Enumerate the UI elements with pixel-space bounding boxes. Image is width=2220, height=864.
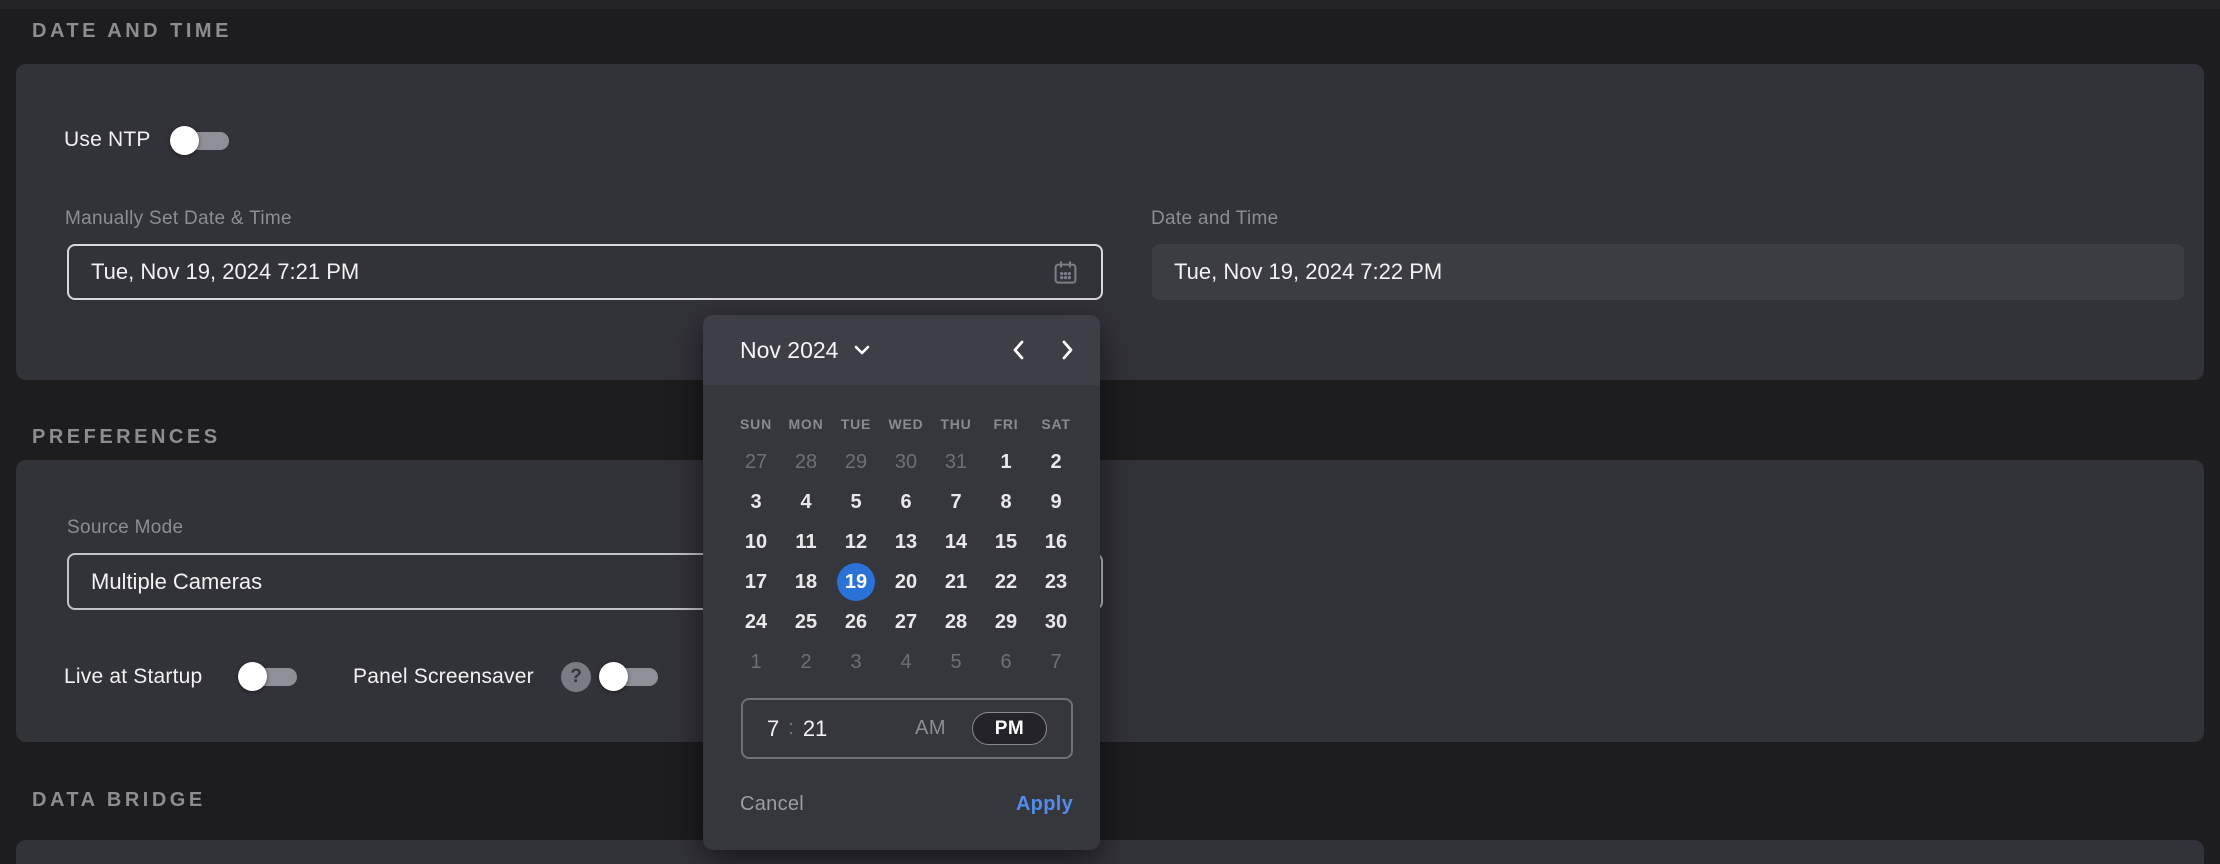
pm-button[interactable]: PM <box>972 712 1047 745</box>
calendar-day[interactable]: 16 <box>1031 522 1081 562</box>
chevron-down-icon <box>852 340 872 360</box>
source-mode-value: Multiple Cameras <box>91 569 262 595</box>
calendar-day[interactable]: 29 <box>981 602 1031 642</box>
calendar-day[interactable]: 28 <box>931 602 981 642</box>
calendar-day[interactable]: 18 <box>781 562 831 602</box>
calendar-day[interactable]: 1 <box>981 442 1031 482</box>
weekday-label: SUN <box>731 416 781 432</box>
calendar-day[interactable]: 14 <box>931 522 981 562</box>
month-year-label: Nov 2024 <box>740 337 838 364</box>
calendar-day[interactable]: 7 <box>931 482 981 522</box>
calendar-day[interactable]: 8 <box>981 482 1031 522</box>
calendar-day[interactable]: 10 <box>731 522 781 562</box>
calendar-day[interactable]: 7 <box>1031 642 1081 682</box>
calendar-day[interactable]: 1 <box>731 642 781 682</box>
calendar-day[interactable]: 17 <box>731 562 781 602</box>
weekday-label: MON <box>781 416 831 432</box>
calendar-day[interactable]: 27 <box>731 442 781 482</box>
calendar-day[interactable]: 12 <box>831 522 881 562</box>
calendar-day[interactable]: 30 <box>1031 602 1081 642</box>
calendar-day[interactable]: 20 <box>881 562 931 602</box>
question-mark-icon[interactable]: ? <box>561 662 591 692</box>
calendar-day[interactable]: 26 <box>831 602 881 642</box>
toggle-knob <box>238 662 267 691</box>
calendar-day[interactable]: 28 <box>781 442 831 482</box>
calendar-day[interactable]: 22 <box>981 562 1031 602</box>
calendar-day[interactable]: 24 <box>731 602 781 642</box>
toggle-knob <box>599 662 628 691</box>
month-year-selector[interactable]: Nov 2024 <box>740 315 872 385</box>
current-datetime-label: Date and Time <box>1151 208 1278 230</box>
use-ntp-label: Use NTP <box>64 128 151 152</box>
panel-screensaver-label: Panel Screensaver <box>353 665 534 689</box>
manual-datetime-input[interactable]: Tue, Nov 19, 2024 7:21 PM <box>67 244 1103 300</box>
calendar-day[interactable]: 2 <box>781 642 831 682</box>
section-title-data-bridge: DATA BRIDGE <box>32 789 206 812</box>
top-divider <box>0 0 2220 9</box>
live-at-startup-label: Live at Startup <box>64 665 202 689</box>
calendar-day[interactable]: 27 <box>881 602 931 642</box>
weekday-label: TUE <box>831 416 881 432</box>
calendar-day[interactable]: 15 <box>981 522 1031 562</box>
calendar-day[interactable]: 5 <box>831 482 881 522</box>
live-at-startup-toggle[interactable] <box>240 662 297 691</box>
calendar-day[interactable]: 6 <box>981 642 1031 682</box>
manual-datetime-label: Manually Set Date & Time <box>65 208 292 230</box>
calendar-day[interactable]: 25 <box>781 602 831 642</box>
minute-field[interactable]: 21 <box>803 716 827 742</box>
weekday-label: SAT <box>1031 416 1081 432</box>
prev-month-button[interactable] <box>1002 315 1036 385</box>
time-separator: : <box>788 717 794 740</box>
hour-field[interactable]: 7 <box>767 716 779 742</box>
calendar-icon[interactable] <box>1052 259 1079 286</box>
section-title-preferences: PREFERENCES <box>32 426 221 449</box>
apply-button[interactable]: Apply <box>1016 793 1073 816</box>
calendar-day[interactable]: 31 <box>931 442 981 482</box>
next-month-button[interactable] <box>1050 315 1084 385</box>
calendar-day[interactable]: 4 <box>881 642 931 682</box>
current-datetime-value: Tue, Nov 19, 2024 7:22 PM <box>1174 259 1442 285</box>
calendar-day[interactable]: 2 <box>1031 442 1081 482</box>
data-bridge-panel <box>16 840 2204 864</box>
calendar-grid: 2728293031123456789101112131415161718192… <box>731 442 1081 682</box>
calendar-day[interactable]: 9 <box>1031 482 1081 522</box>
weekday-label: WED <box>881 416 931 432</box>
weekday-label: FRI <box>981 416 1031 432</box>
use-ntp-toggle[interactable] <box>172 126 229 155</box>
calendar-day[interactable]: 3 <box>831 642 881 682</box>
calendar-day[interactable]: 21 <box>931 562 981 602</box>
time-input-box: 7 : 21 AM PM <box>741 698 1073 759</box>
am-button[interactable]: AM <box>915 717 946 740</box>
calendar-day[interactable]: 4 <box>781 482 831 522</box>
toggle-knob <box>170 126 199 155</box>
datepicker-popup: Nov 2024 SUNMONTUEWEDTHUFRISAT 27282 <box>703 315 1100 850</box>
calendar-day[interactable]: 30 <box>881 442 931 482</box>
calendar-day[interactable]: 5 <box>931 642 981 682</box>
source-mode-label: Source Mode <box>67 517 183 539</box>
calendar-day[interactable]: 13 <box>881 522 931 562</box>
current-datetime-field: Tue, Nov 19, 2024 7:22 PM <box>1152 244 2184 300</box>
calendar-day-selected[interactable]: 19 <box>831 562 881 602</box>
cancel-button[interactable]: Cancel <box>740 793 804 816</box>
manual-datetime-value: Tue, Nov 19, 2024 7:21 PM <box>91 259 359 285</box>
section-title-date-and-time: DATE AND TIME <box>32 20 232 43</box>
date-and-time-panel <box>16 64 2204 380</box>
settings-page: DATE AND TIME Use NTP Manually Set Date … <box>0 0 2220 864</box>
calendar-day[interactable]: 23 <box>1031 562 1081 602</box>
chevron-right-icon <box>1057 339 1077 361</box>
weekday-label: THU <box>931 416 981 432</box>
chevron-left-icon <box>1009 339 1029 361</box>
calendar-day[interactable]: 6 <box>881 482 931 522</box>
panel-screensaver-toggle[interactable] <box>601 662 658 691</box>
calendar-day[interactable]: 11 <box>781 522 831 562</box>
weekday-row: SUNMONTUEWEDTHUFRISAT <box>731 416 1081 432</box>
calendar-day[interactable]: 29 <box>831 442 881 482</box>
calendar-day[interactable]: 3 <box>731 482 781 522</box>
